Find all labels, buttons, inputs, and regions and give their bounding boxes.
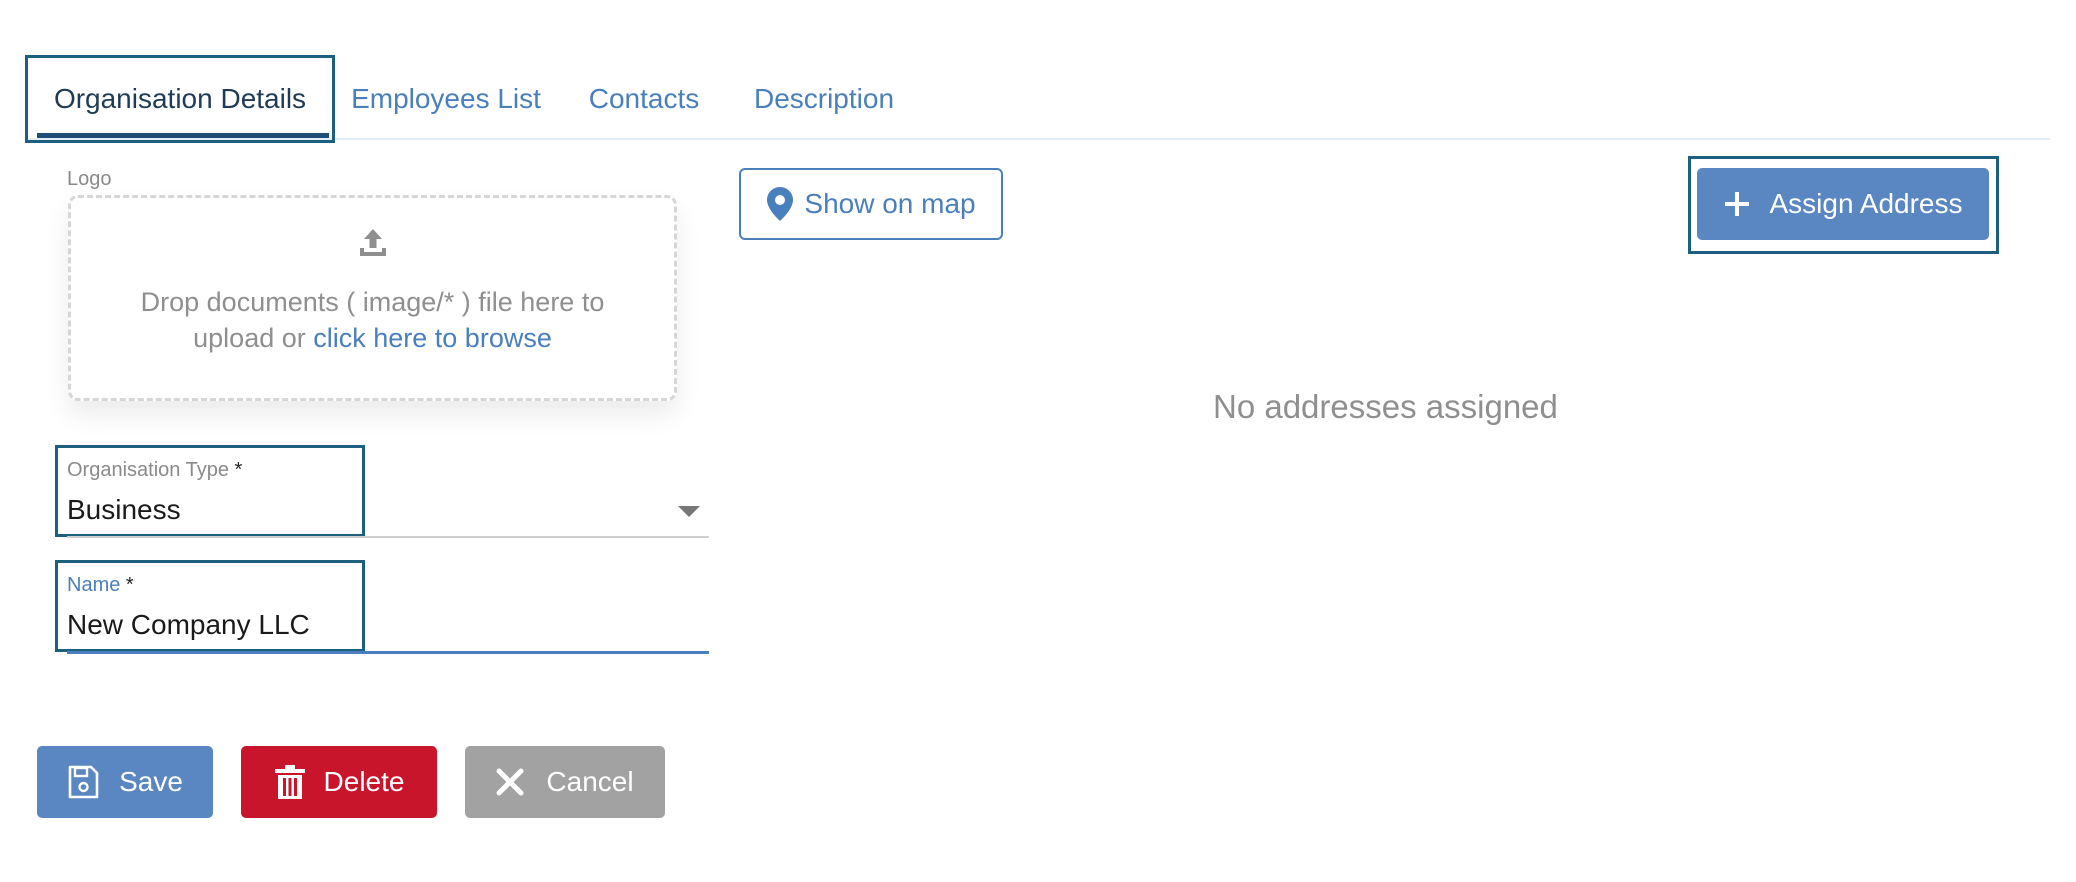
name-label: Name * — [67, 574, 134, 596]
close-icon — [496, 768, 524, 796]
delete-label: Delete — [323, 766, 405, 797]
organisation-type-label: Organisation Type * — [67, 459, 243, 481]
tab-label: Contacts — [588, 83, 700, 114]
required-mark: * — [234, 459, 243, 481]
active-tab-indicator — [37, 133, 329, 138]
no-addresses-message: No addresses assigned — [1213, 388, 1558, 425]
tab-label: Employees List — [351, 83, 541, 114]
cancel-label: Cancel — [546, 766, 634, 797]
logo-label: Logo — [67, 168, 112, 190]
plus-icon — [1724, 192, 1749, 216]
name-input[interactable]: New Company LLC — [67, 609, 310, 641]
tab-label: Organisation Details — [53, 83, 307, 114]
assign-address-button[interactable]: Assign Address — [1697, 168, 1989, 240]
assign-address-label: Assign Address — [1769, 188, 1963, 219]
organisation-type-select[interactable]: Business — [67, 494, 181, 526]
browse-link[interactable]: click here to browse — [313, 323, 552, 353]
required-mark: * — [125, 574, 134, 596]
upload-icon — [359, 229, 386, 256]
logo-dropzone[interactable]: Drop documents ( image/* ) file here to … — [68, 195, 677, 401]
dropzone-text: Drop documents ( image/* ) file here to … — [113, 284, 633, 356]
name-underline — [67, 651, 709, 654]
delete-button[interactable]: Delete — [241, 746, 437, 818]
map-pin-icon — [767, 187, 794, 221]
tab-organisation-details[interactable]: Organisation Details — [25, 55, 335, 143]
save-label: Save — [119, 766, 183, 797]
save-button[interactable]: Save — [37, 746, 213, 818]
cancel-button[interactable]: Cancel — [465, 746, 665, 818]
tab-description[interactable]: Description — [746, 55, 902, 143]
organisation-type-underline — [67, 536, 709, 538]
tab-label: Description — [753, 83, 895, 114]
show-on-map-label: Show on map — [804, 188, 976, 219]
save-icon — [68, 765, 99, 799]
tab-contacts[interactable]: Contacts — [580, 55, 708, 143]
chevron-down-icon[interactable] — [678, 506, 700, 517]
show-on-map-button[interactable]: Show on map — [739, 168, 1003, 240]
trash-icon — [274, 765, 305, 799]
tab-employees-list[interactable]: Employees List — [348, 55, 544, 143]
